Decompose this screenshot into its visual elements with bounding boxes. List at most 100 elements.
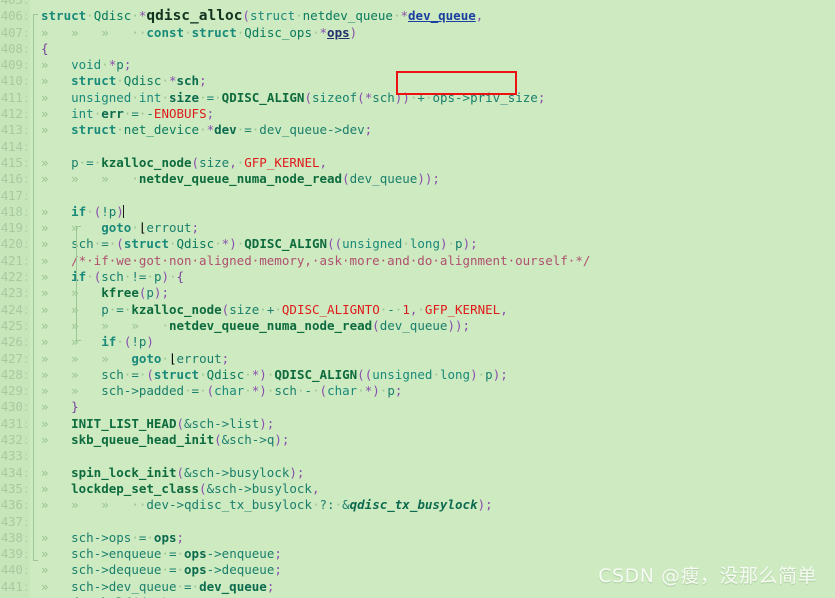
fold-column[interactable]: [30, 399, 39, 416]
code-line-text[interactable]: {: [39, 40, 835, 58]
code-line[interactable]: 427: » » » goto·⌊errout;: [0, 350, 835, 367]
code-line[interactable]: 407: » » » ··const·struct·Qdisc_ops·*ops): [0, 24, 835, 41]
code-line[interactable]: 426: » » if·(!p): [0, 334, 835, 351]
code-line-text[interactable]: » » » ·netdev_queue_numa_node_read(dev_q…: [39, 171, 835, 188]
code-line[interactable]: 433:: [0, 448, 835, 465]
code-line-text[interactable]: » » sch->padded·=·(char·*)·sch·-·(char·*…: [39, 383, 835, 400]
code-line-text[interactable]: » » kfree(p);: [39, 285, 835, 302]
code-line[interactable]: 434: » spin_lock_init(&sch->busylock);: [0, 464, 835, 481]
code-line[interactable]: 437:: [0, 513, 835, 530]
fold-column[interactable]: [30, 301, 39, 318]
fold-column[interactable]: [30, 464, 39, 481]
code-line[interactable]: 439: » sch->enqueue·=·ops->enqueue;: [0, 546, 835, 563]
fold-column[interactable]: [30, 480, 39, 498]
code-line[interactable]: 429: » » sch->padded·=·(char·*)·sch·-·(ch…: [0, 383, 835, 400]
code-text-area[interactable]: 405: 406: struct·Qdisc·*qdisc_alloc(struc…: [0, 0, 835, 598]
fold-column[interactable]: [30, 366, 39, 384]
code-line-text[interactable]: [39, 138, 835, 155]
code-line[interactable]: 413: » struct·net_device·*dev·=·dev_queue…: [0, 122, 835, 139]
fold-column[interactable]: [30, 40, 39, 58]
fold-column[interactable]: [30, 106, 39, 123]
code-line-text[interactable]: » void·*p;: [39, 57, 835, 74]
code-line-text[interactable]: » sch·=·(struct·Qdisc·*)·QDISC_ALIGN((un…: [39, 236, 835, 253]
fold-column[interactable]: [30, 0, 39, 9]
fold-column[interactable]: [30, 220, 39, 237]
code-line-text[interactable]: » » if·(!p): [39, 334, 835, 351]
code-line-text[interactable]: » » » ··dev->qdisc_tx_busylock·?:·&qdisc…: [39, 497, 835, 514]
fold-column[interactable]: [30, 562, 39, 579]
fold-column[interactable]: [30, 24, 39, 41]
code-line[interactable]: 419: » » goto·⌊errout;: [0, 220, 835, 237]
fold-column[interactable]: [30, 187, 39, 204]
fold-column[interactable]: [30, 317, 39, 335]
code-line[interactable]: 425: » » » » ·netdev_queue_numa_node_read…: [0, 317, 835, 335]
code-line[interactable]: 428: » » sch·=·(struct·Qdisc·*)·QDISC_ALI…: [0, 366, 835, 384]
code-line[interactable]: 438: » sch->ops·=·ops;: [0, 529, 835, 547]
code-line-text[interactable]: » » » » ·netdev_queue_numa_node_read(dev…: [39, 317, 835, 335]
fold-column[interactable]: [30, 497, 39, 514]
code-line-text[interactable]: » unsigned·int·size·=·QDISC_ALIGN(sizeof…: [39, 89, 835, 107]
code-line-text[interactable]: » /*·if·we·got·non·aligned·memory,·ask·m…: [39, 252, 835, 270]
code-line[interactable]: 405:: [0, 0, 835, 9]
fold-column[interactable]: [30, 89, 39, 107]
fold-column[interactable]: [30, 578, 39, 595]
code-line-text[interactable]: struct·Qdisc·*qdisc_alloc(struct·netdev_…: [39, 8, 835, 25]
fold-column[interactable]: [30, 432, 39, 449]
code-line[interactable]: 409: » void·*p;: [0, 57, 835, 74]
fold-column[interactable]: [30, 334, 39, 351]
code-line[interactable]: 415: » p·=·kzalloc_node(size,·GFP_KERNEL,: [0, 154, 835, 172]
code-line-text[interactable]: » skb_queue_head_init(&sch->q);: [39, 432, 835, 449]
fold-column[interactable]: [30, 529, 39, 547]
code-line[interactable]: 410: » struct·Qdisc·*sch;: [0, 73, 835, 90]
fold-column[interactable]: [30, 8, 39, 25]
code-line[interactable]: 408: {: [0, 40, 835, 58]
code-line[interactable]: 435: » lockdep_set_class(&sch->busylock,: [0, 480, 835, 498]
fold-column[interactable]: [30, 415, 39, 433]
code-line[interactable]: 416: » » » ·netdev_queue_numa_node_read(d…: [0, 171, 835, 188]
code-line-text[interactable]: » }: [39, 399, 835, 416]
code-line-text[interactable]: » struct·net_device·*dev·=·dev_queue->de…: [39, 122, 835, 139]
code-line[interactable]: 432: » skb_queue_head_init(&sch->q);: [0, 432, 835, 449]
code-line-text[interactable]: » » goto·⌊errout;: [39, 220, 835, 237]
code-line-text[interactable]: » » sch·=·(struct·Qdisc·*)·QDISC_ALIGN((…: [39, 366, 835, 384]
code-line[interactable]: 424: » » p·=·kzalloc_node(size·+·QDISC_AL…: [0, 301, 835, 318]
code-line-text[interactable]: » » » ··const·struct·Qdisc_ops·*ops): [39, 24, 835, 41]
code-line[interactable]: 414:: [0, 138, 835, 155]
fold-column[interactable]: [30, 73, 39, 90]
fold-column[interactable]: [30, 350, 39, 367]
code-line-text[interactable]: » if·(!p): [39, 203, 835, 221]
code-line[interactable]: 422: » if·(sch·!=·p)·{: [0, 269, 835, 286]
code-line-text[interactable]: [39, 187, 835, 204]
code-line-text[interactable]: » int·err·=·-ENOBUFS;: [39, 106, 835, 123]
code-line-text[interactable]: » if·(sch·!=·p)·{: [39, 269, 835, 286]
code-line-text[interactable]: [39, 448, 835, 465]
fold-column[interactable]: [30, 171, 39, 188]
code-line[interactable]: 417:: [0, 187, 835, 204]
fold-column[interactable]: [30, 383, 39, 400]
fold-column[interactable]: [30, 138, 39, 155]
fold-column[interactable]: [30, 513, 39, 530]
fold-column[interactable]: [30, 236, 39, 253]
fold-column[interactable]: [30, 203, 39, 221]
code-line-text[interactable]: » sch->enqueue·=·ops->enqueue;: [39, 546, 835, 563]
fold-column[interactable]: [30, 122, 39, 139]
code-line[interactable]: 430: » }: [0, 399, 835, 416]
code-line-text[interactable]: » lockdep_set_class(&sch->busylock,: [39, 480, 835, 498]
code-line-text[interactable]: » spin_lock_init(&sch->busylock);: [39, 464, 835, 481]
fold-column[interactable]: [30, 269, 39, 286]
fold-column[interactable]: [30, 252, 39, 270]
code-editor-window[interactable]: 405: 406: struct·Qdisc·*qdisc_alloc(struc…: [0, 0, 835, 598]
code-line[interactable]: 436: » » » ··dev->qdisc_tx_busylock·?:·&q…: [0, 497, 835, 514]
fold-column[interactable]: [30, 285, 39, 302]
fold-column[interactable]: [30, 448, 39, 465]
code-line-text[interactable]: » struct·Qdisc·*sch;: [39, 73, 835, 90]
code-line-text[interactable]: » sch->ops·=·ops;: [39, 529, 835, 547]
code-line[interactable]: 423: » » kfree(p);: [0, 285, 835, 302]
code-line-text[interactable]: [39, 513, 835, 530]
code-line-text[interactable]: » INIT_LIST_HEAD(&sch->list);: [39, 415, 835, 433]
code-line[interactable]: 431: » INIT_LIST_HEAD(&sch->list);: [0, 415, 835, 433]
code-line-text[interactable]: » » p·=·kzalloc_node(size·+·QDISC_ALIGNT…: [39, 301, 835, 318]
code-line[interactable]: 411: » unsigned·int·size·=·QDISC_ALIGN(si…: [0, 89, 835, 107]
code-line-text[interactable]: » p·=·kzalloc_node(size,·GFP_KERNEL,: [39, 154, 835, 172]
code-line[interactable]: 406: struct·Qdisc·*qdisc_alloc(struct·net…: [0, 8, 835, 25]
